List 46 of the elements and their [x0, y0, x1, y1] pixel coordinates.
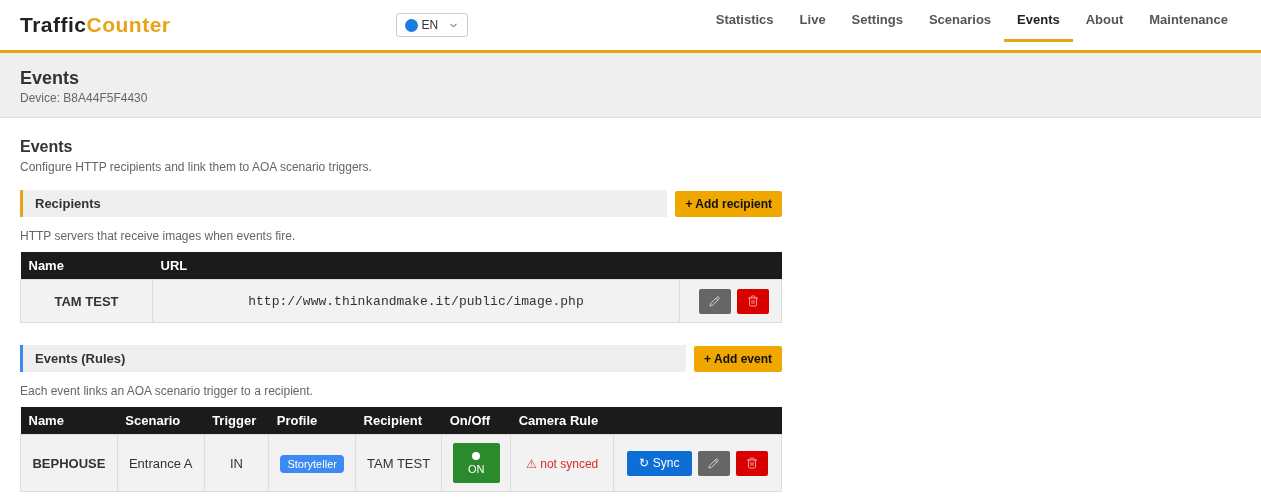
- profile-tag: Storyteller: [280, 454, 344, 473]
- table-cell: TAM TEST: [20, 279, 153, 323]
- recipients-heading: Recipients: [20, 190, 668, 217]
- nav-link[interactable]: Settings: [838, 0, 916, 42]
- nav-link[interactable]: Live: [786, 0, 839, 42]
- trash-icon: [746, 295, 759, 307]
- column-header: On/Off: [441, 407, 511, 435]
- delete-button[interactable]: [736, 288, 769, 314]
- section-title: Events: [20, 138, 74, 156]
- table-cell: TAM TEST: [355, 434, 442, 492]
- nav-link[interactable]: Maintenance: [1136, 0, 1241, 42]
- add-recipient-button[interactable]: + Add recipient: [675, 190, 782, 217]
- nav-link[interactable]: Statistics: [702, 0, 787, 42]
- column-header: Camera Rule: [510, 407, 614, 435]
- trash-icon: [745, 457, 758, 469]
- brand-logo: TrafficCounter: [20, 13, 171, 37]
- column-header: Trigger: [204, 407, 269, 435]
- table-cell: BEPHOUSE: [20, 434, 118, 492]
- edit-button[interactable]: [698, 288, 731, 314]
- pencil-icon: [709, 295, 720, 307]
- pencil-icon: [708, 457, 719, 469]
- nav-link[interactable]: About: [1072, 0, 1137, 42]
- camera-rule-status: ⚠ not synced: [525, 456, 599, 471]
- device-id: Device: B8A44F5F4430: [20, 91, 149, 105]
- column-header: Recipient: [355, 407, 442, 435]
- recipients-description: HTTP servers that receive images when events fire.: [20, 229, 297, 243]
- section-description: Configure HTTP recipients and link them to AOA scenario triggers.: [20, 160, 373, 174]
- language-select[interactable]: EN: [395, 13, 469, 37]
- edit-button[interactable]: [697, 450, 730, 476]
- table-cell: Entrance A: [117, 434, 205, 492]
- nav-link[interactable]: Scenarios: [915, 0, 1005, 42]
- table-cell: IN: [204, 434, 269, 492]
- sync-button[interactable]: ↻ Sync: [627, 450, 692, 476]
- column-header: Name: [20, 407, 118, 435]
- column-header: URL: [152, 252, 680, 280]
- on-off-toggle[interactable]: ON: [452, 443, 500, 483]
- add-event-button[interactable]: + Add event: [694, 345, 782, 372]
- column-header: Scenario: [117, 407, 205, 435]
- events-heading: Events (Rules): [20, 345, 687, 372]
- column-header: Name: [20, 252, 153, 280]
- delete-button[interactable]: [735, 450, 768, 476]
- page-title: Events: [20, 68, 81, 89]
- events-description: Each event links an AOA scenario trigger to a recipient.: [20, 384, 314, 398]
- nav-link[interactable]: Events: [1004, 0, 1073, 42]
- column-header: Profile: [268, 407, 356, 435]
- table-cell: http://www.thinkandmake.it/public/image.php: [152, 279, 680, 323]
